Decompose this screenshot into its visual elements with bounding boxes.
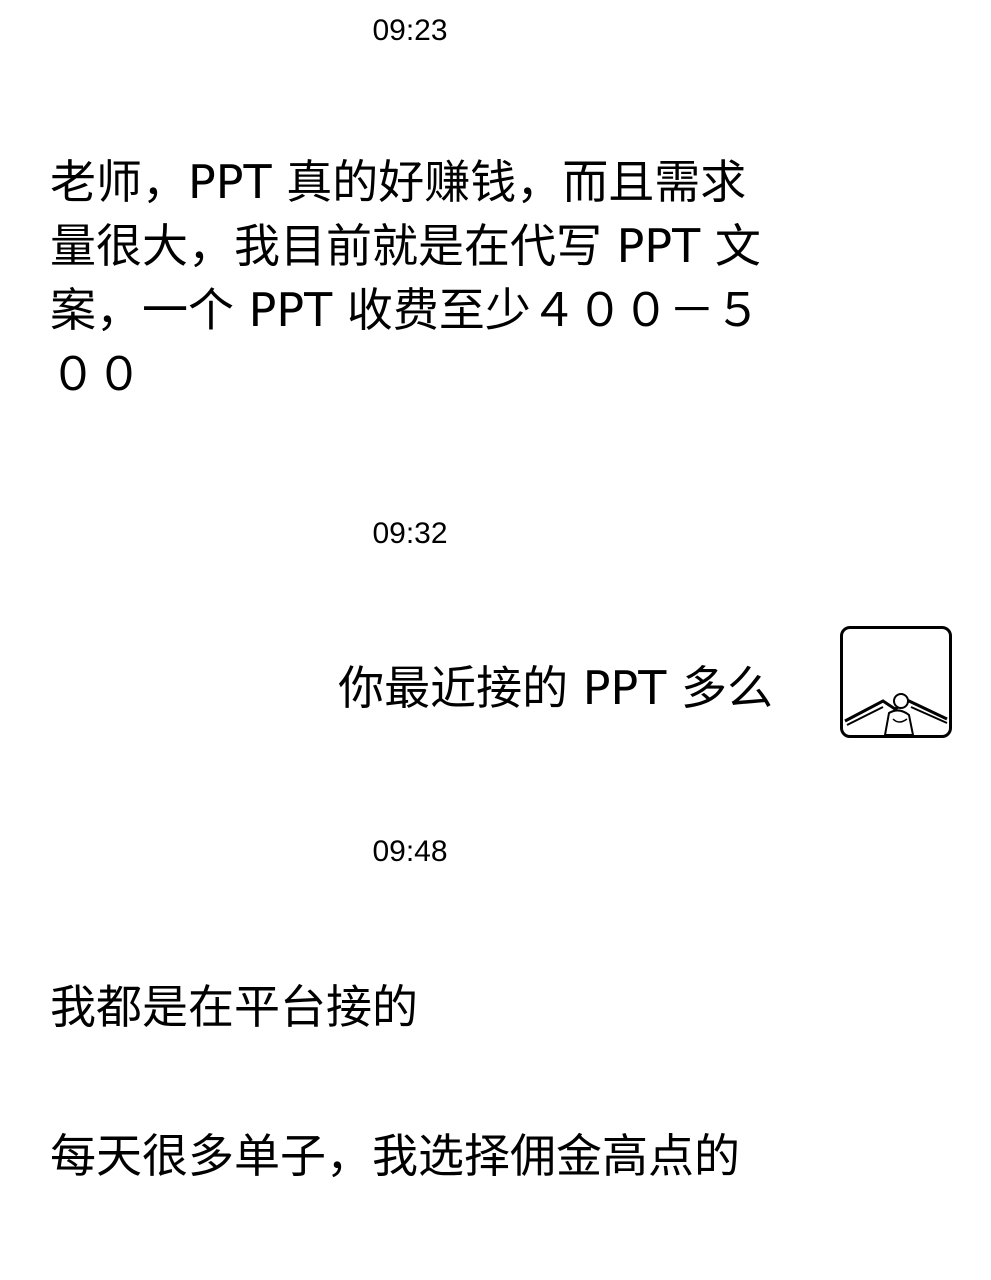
message-bubble-incoming[interactable]: 老师，PPT 真的好赚钱，而且需求量很大，我目前就是在代写 PPT 文案，一个 … [50, 150, 785, 406]
chat-timestamp: 09:32 [372, 517, 448, 550]
message-bubble-incoming[interactable]: 每天很多单子，我选择佣金高点的 [50, 1124, 785, 1188]
message-bubble-incoming[interactable]: 我都是在平台接的 [50, 975, 785, 1039]
chat-timestamp: 09:23 [372, 14, 448, 47]
person-avatar-icon [844, 693, 948, 735]
chat-timestamp: 09:48 [372, 835, 448, 868]
message-bubble-outgoing[interactable]: 你最近接的 PPT 多么 [338, 656, 773, 720]
user-avatar[interactable] [840, 626, 952, 738]
